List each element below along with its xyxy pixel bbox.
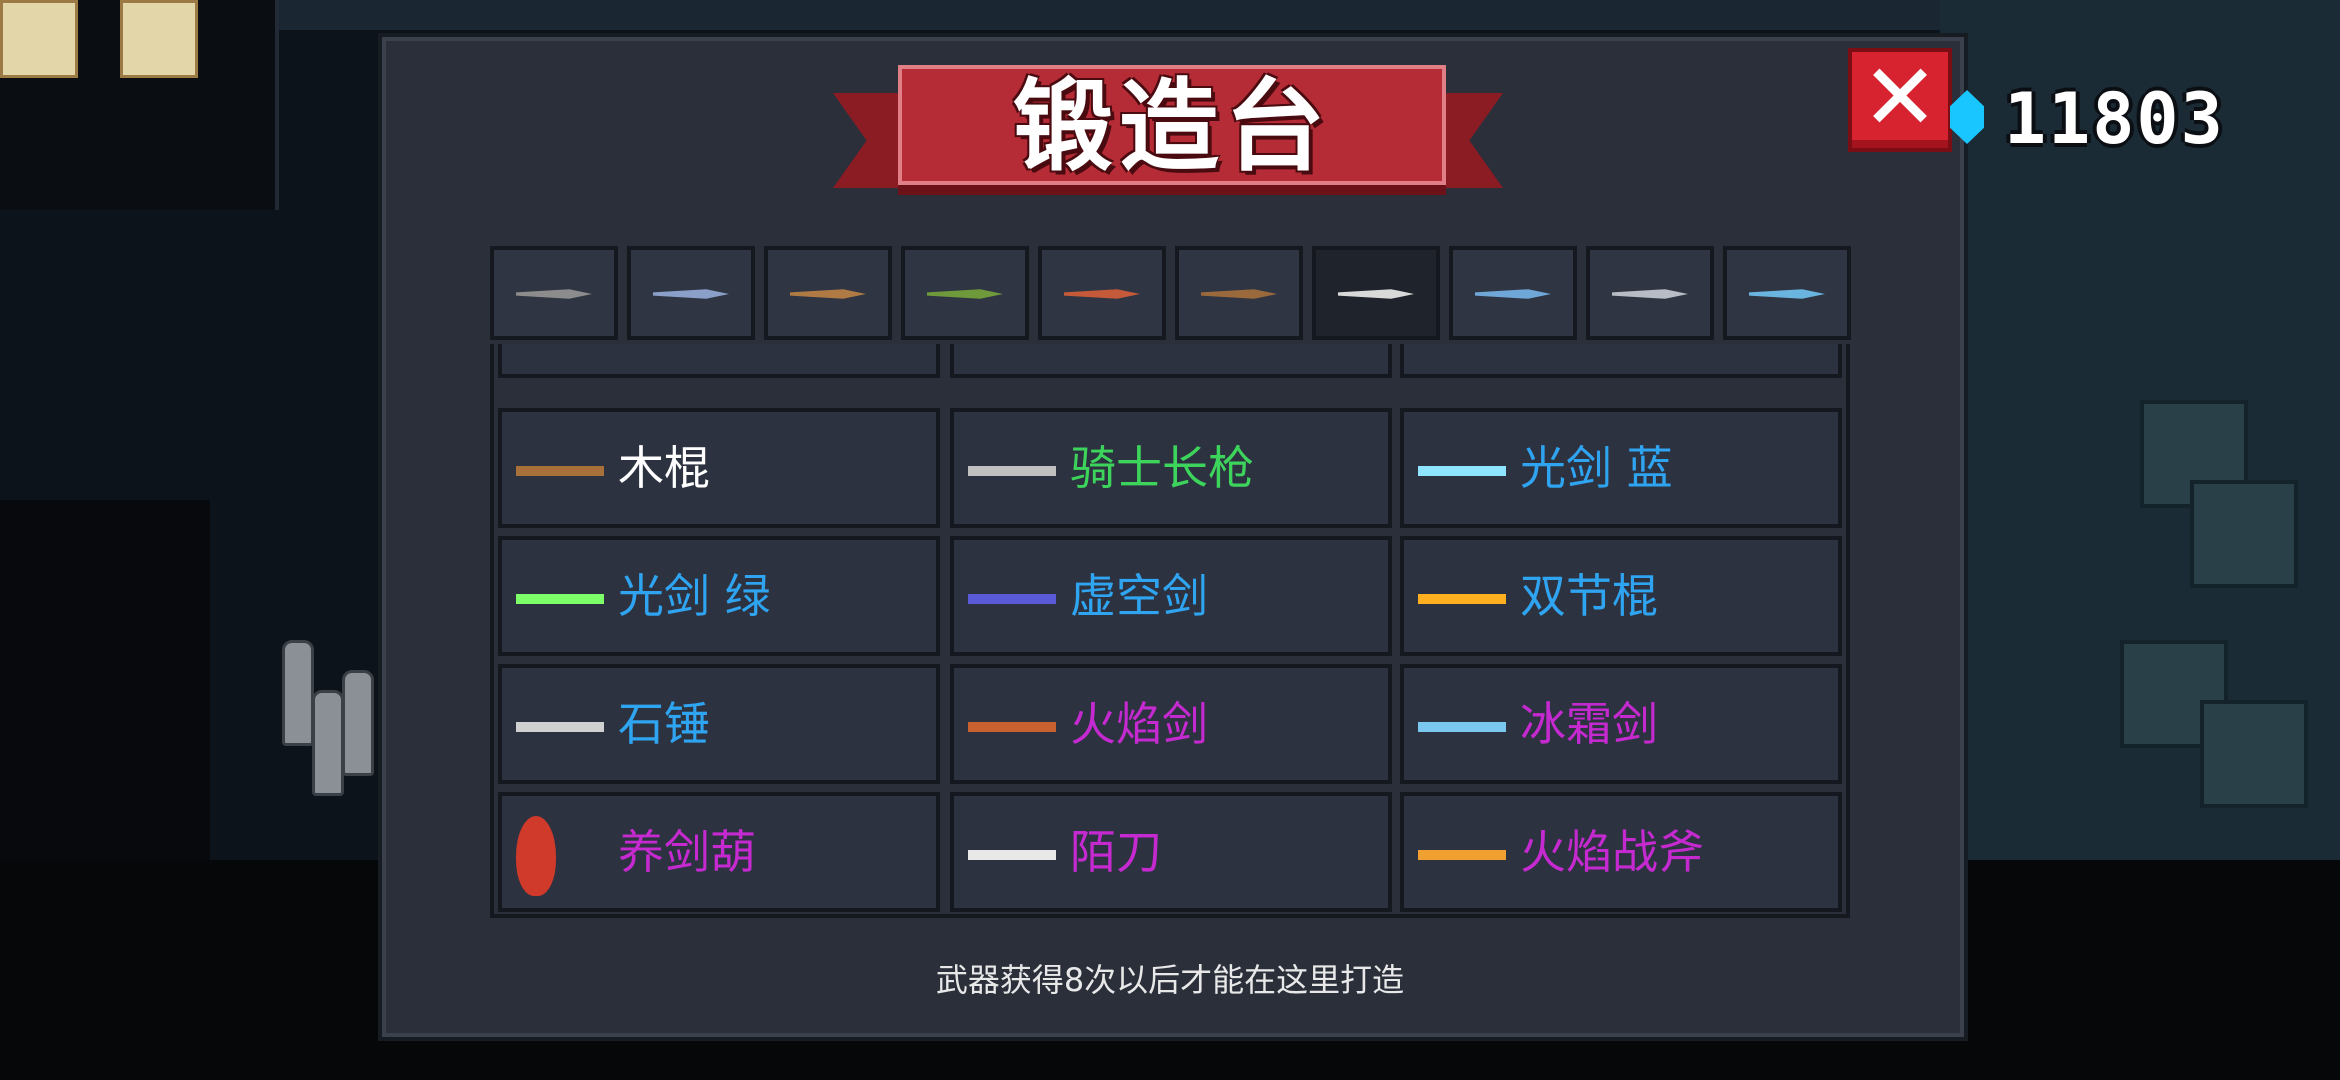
weapon-cell[interactable]: 火焰战斧 [1400, 792, 1842, 912]
modao-blade-icon [968, 850, 1056, 860]
shuriken-icon [1612, 289, 1688, 299]
weapon-cell[interactable]: 虚空剑 [950, 536, 1392, 656]
tab-spear[interactable] [1449, 246, 1577, 340]
gourd-icon [516, 816, 556, 896]
weapon-category-tabs [490, 246, 1851, 344]
bow-icon [1201, 289, 1277, 299]
weapon-cell[interactable]: 冰霜剑 [1400, 664, 1842, 784]
flame-sword-icon [968, 722, 1056, 732]
close-icon: ✕ [1861, 44, 1939, 151]
gas-cylinder [342, 670, 374, 776]
flame-axe-icon [1418, 850, 1506, 860]
notice-scroll [0, 0, 78, 78]
stone-hammer-icon [516, 722, 604, 732]
weapon-name: 陌刀 [1070, 825, 1162, 879]
weapon-name: 变百钢枪 [1070, 344, 1254, 348]
tab-throwing[interactable] [1586, 246, 1714, 340]
fish-icon [1749, 289, 1825, 299]
weapon-name: 养剑葫 [618, 825, 756, 879]
tab-cannon[interactable] [1038, 246, 1166, 340]
weapon-name: 骑士长枪 [1070, 441, 1254, 495]
knight-lance-icon [968, 466, 1056, 476]
shotgun-icon [790, 289, 866, 299]
background-crate [2190, 480, 2298, 588]
lightsaber-blue-icon [1418, 466, 1506, 476]
launcher-icon [927, 289, 1003, 299]
sword-icon [1338, 289, 1414, 299]
pistol-icon [516, 289, 592, 299]
tab-rifle[interactable] [627, 246, 755, 340]
weapon-name: 光剑 绿 [618, 569, 771, 623]
weapon-cell[interactable]: 木棍 [498, 408, 940, 528]
weapon-name: 火焰剑 [1070, 697, 1208, 751]
wooden-stick-icon [516, 466, 604, 476]
background-notice-board [0, 0, 279, 210]
frost-sword-icon [1418, 722, 1506, 732]
weapon-name: 冰霜剑 [1520, 697, 1658, 751]
weapon-name: 双节棍 [1520, 569, 1658, 623]
weapon-cell[interactable]: 变百钢枪 [950, 344, 1392, 378]
weapon-cell[interactable]: 石锤 [498, 664, 940, 784]
void-sword-icon [968, 594, 1056, 604]
gas-cylinder [312, 690, 344, 796]
weapon-name: 十字叉 [1520, 344, 1658, 348]
weapon-name: 木棍 [618, 441, 710, 495]
weapon-name: 虚空剑 [1070, 569, 1208, 623]
weapon-cell[interactable]: 破碎的剑柄 [498, 344, 940, 378]
weapon-cell[interactable]: 光剑 绿 [498, 536, 940, 656]
background-crate [2200, 700, 2308, 808]
weapon-name: 石锤 [618, 697, 710, 751]
tab-pistol[interactable] [490, 246, 618, 340]
weapon-cell[interactable]: 陌刀 [950, 792, 1392, 912]
banner-body: 锻造台 [898, 65, 1446, 185]
rifle-icon [653, 289, 729, 299]
weapon-name: 光剑 蓝 [1520, 441, 1673, 495]
gas-cylinder [282, 640, 314, 746]
weapon-cell[interactable]: 火焰剑 [950, 664, 1392, 784]
notice-scroll [120, 0, 198, 78]
gem-count: 11803 [2004, 78, 2225, 160]
weapon-grid: 破碎的剑柄 变百钢枪 十字叉木棍 骑士长枪 光剑 蓝光剑 绿 虚空剑 双节棍石锤 火焰剑 冰霜剑… [490, 344, 1850, 918]
spear-icon [1475, 289, 1551, 299]
title-banner: 锻造台 [833, 65, 1503, 215]
forge-hint: 武器获得8次以后才能在这里打造 [935, 961, 1405, 999]
weapon-cell[interactable]: 骑士长枪 [950, 408, 1392, 528]
weapon-cell[interactable]: 光剑 蓝 [1400, 408, 1842, 528]
dialog-title: 锻造台 [1013, 68, 1331, 185]
tab-launcher[interactable] [901, 246, 1029, 340]
weapon-cell[interactable]: 十字叉 [1400, 344, 1842, 378]
nunchaku-icon [1418, 594, 1506, 604]
background-doorway [0, 500, 210, 860]
tab-bow[interactable] [1175, 246, 1303, 340]
lightsaber-green-icon [516, 594, 604, 604]
tab-shotgun[interactable] [764, 246, 892, 340]
tab-other[interactable] [1723, 246, 1851, 340]
weapon-cell[interactable]: 养剑葫 [498, 792, 940, 912]
weapon-name: 火焰战斧 [1520, 825, 1704, 879]
close-button[interactable]: ✕ [1848, 48, 1952, 152]
tab-melee[interactable] [1312, 246, 1440, 340]
weapon-cell[interactable]: 双节棍 [1400, 536, 1842, 656]
weapon-name: 破碎的剑柄 [618, 344, 848, 348]
cannon-icon [1064, 289, 1140, 299]
